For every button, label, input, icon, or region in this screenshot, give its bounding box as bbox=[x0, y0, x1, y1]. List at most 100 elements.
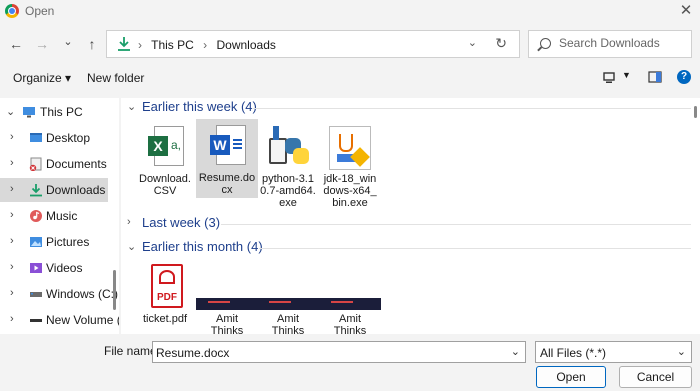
drive-icon bbox=[30, 292, 42, 297]
cancel-button[interactable]: Cancel bbox=[619, 366, 692, 388]
chevron-right-icon[interactable]: › bbox=[10, 183, 14, 195]
refresh-button[interactable]: ↻ bbox=[495, 35, 507, 52]
preview-pane-icon[interactable] bbox=[648, 71, 662, 83]
chevron-down-icon[interactable]: ⌄ bbox=[677, 345, 686, 358]
chevron-right-icon[interactable]: › bbox=[10, 157, 14, 169]
sidebar-item-windows-c[interactable]: › Windows (C:) bbox=[0, 282, 118, 306]
file-item-jdk-installer[interactable]: jdk-18_win dows-x64_ bin.exe bbox=[319, 120, 381, 210]
chevron-right-icon[interactable]: › bbox=[10, 287, 14, 299]
sidebar-item-label: Videos bbox=[46, 261, 83, 275]
search-icon bbox=[540, 38, 551, 49]
file-type-select[interactable]: All Files (*.*) ⌄ bbox=[535, 341, 692, 363]
group-divider bbox=[253, 108, 691, 109]
file-name: Amit Thinks bbox=[271, 313, 305, 334]
new-folder-button[interactable]: New folder bbox=[87, 71, 144, 85]
close-button[interactable]: ✕ bbox=[676, 1, 696, 21]
chevron-right-icon[interactable]: › bbox=[10, 313, 14, 325]
sidebar-item-label: This PC bbox=[40, 105, 83, 119]
view-dropdown-icon[interactable]: ▼ bbox=[622, 70, 631, 80]
java-installer-icon bbox=[325, 124, 375, 170]
search-box[interactable] bbox=[528, 30, 692, 58]
sidebar-item-downloads[interactable]: › Downloads bbox=[0, 178, 108, 202]
file-name: ticket.pdf bbox=[142, 313, 188, 325]
forward-button[interactable]: → bbox=[32, 34, 52, 54]
chevron-down-icon[interactable]: ⌄ bbox=[6, 105, 15, 118]
title-bar: Open ✕ bbox=[0, 0, 700, 22]
word-letter: W bbox=[210, 135, 230, 155]
sidebar-item-new-volume[interactable]: › New Volume ( bbox=[0, 308, 119, 332]
pdf-label: PDF bbox=[157, 292, 177, 303]
file-name: Amit Thinks bbox=[333, 313, 367, 334]
file-item-amit-thinks-2[interactable]: Amit Thinks bbox=[257, 260, 319, 334]
file-name: Resume.do cx bbox=[198, 172, 256, 196]
sidebar-item-music[interactable]: › Music bbox=[0, 204, 108, 228]
sidebar-item-label: Desktop bbox=[46, 131, 91, 145]
file-item-amit-thinks-3[interactable]: Amit Thinks bbox=[319, 260, 381, 334]
excel-letter: X bbox=[148, 136, 168, 156]
up-button[interactable]: ↑ bbox=[82, 34, 102, 54]
sidebar-item-label: Music bbox=[46, 209, 78, 223]
search-input[interactable] bbox=[559, 36, 684, 50]
sidebar-item-label: Windows (C:) bbox=[46, 287, 119, 301]
file-name: Amit Thinks bbox=[210, 313, 244, 334]
breadcrumb-downloads[interactable]: Downloads bbox=[217, 38, 276, 52]
file-name-field[interactable]: Resume.docx ⌄ bbox=[152, 341, 526, 363]
navigation-pane: ⌄ This PC › Desktop › Documents › Downlo… bbox=[0, 98, 119, 334]
address-dropdown-icon[interactable]: ⌄ bbox=[468, 36, 477, 49]
pdf-icon: PDF bbox=[140, 264, 190, 310]
address-bar[interactable]: › This PC › Downloads ⌄ ↻ bbox=[106, 30, 520, 58]
recent-locations-button[interactable]: ⌄ bbox=[58, 32, 78, 52]
sidebar-item-documents[interactable]: › Documents bbox=[0, 152, 108, 176]
word-icon: W bbox=[202, 123, 252, 169]
sidebar-item-desktop[interactable]: › Desktop bbox=[0, 126, 108, 150]
file-item-ticket-pdf[interactable]: PDF ticket.pdf bbox=[134, 260, 196, 330]
navigation-bar: ← → ⌄ ↑ › This PC › Downloads ⌄ ↻ bbox=[0, 24, 700, 64]
chevron-down-icon[interactable]: ⌄ bbox=[511, 345, 520, 358]
group-title: Earlier this week (4) bbox=[142, 99, 257, 114]
file-name: jdk-18_win dows-x64_ bin.exe bbox=[323, 173, 377, 209]
open-button[interactable]: Open bbox=[536, 366, 606, 388]
chevron-down-icon[interactable]: ⌄ bbox=[127, 100, 136, 113]
drive-icon bbox=[30, 319, 42, 322]
sidebar-item-label: Pictures bbox=[46, 235, 90, 249]
file-type-value: All Files (*.*) bbox=[540, 346, 607, 360]
sidebar-item-this-pc[interactable]: ⌄ This PC bbox=[0, 100, 108, 124]
downloads-icon bbox=[118, 37, 130, 51]
organize-button[interactable]: Organize ▾ bbox=[13, 71, 71, 85]
breadcrumb-this-pc[interactable]: This PC bbox=[151, 38, 194, 52]
image-thumbnail-icon bbox=[319, 264, 381, 310]
file-item-python-installer[interactable]: python-3.1 0.7-amd64. exe bbox=[257, 120, 319, 210]
excel-icon: X a, bbox=[140, 124, 190, 170]
chevron-down-icon[interactable]: ⌄ bbox=[127, 240, 136, 253]
pictures-folder-icon bbox=[30, 237, 42, 247]
file-item-resume-docx[interactable]: W Resume.do cx bbox=[196, 119, 258, 198]
help-icon[interactable]: ? bbox=[677, 70, 691, 84]
toolbar: Organize ▾ New folder ▼ ? bbox=[0, 66, 700, 90]
sidebar-scrollbar[interactable] bbox=[113, 270, 116, 310]
window-title: Open bbox=[25, 4, 55, 18]
breadcrumb-sep: › bbox=[138, 38, 142, 52]
group-title: Earlier this month (4) bbox=[142, 239, 263, 254]
chevron-right-icon[interactable]: › bbox=[127, 216, 131, 228]
file-list: ⌄ Earlier this week (4) X a, Download. C… bbox=[121, 98, 700, 334]
chevron-right-icon[interactable]: › bbox=[10, 261, 14, 273]
file-item-download-csv[interactable]: X a, Download. CSV bbox=[134, 120, 196, 198]
sidebar-item-videos[interactable]: › Videos bbox=[0, 256, 108, 280]
chevron-right-icon[interactable]: › bbox=[10, 209, 14, 221]
breadcrumb: › This PC › Downloads bbox=[138, 38, 276, 52]
downloads-folder-icon bbox=[30, 184, 42, 197]
sidebar-item-pictures[interactable]: › Pictures bbox=[0, 230, 108, 254]
file-name-value[interactable]: Resume.docx bbox=[156, 346, 229, 360]
python-installer-icon bbox=[263, 124, 313, 170]
view-options-icon[interactable] bbox=[603, 72, 615, 84]
file-list-scrollbar[interactable] bbox=[694, 106, 697, 118]
group-divider bbox=[221, 224, 691, 225]
chevron-right-icon[interactable]: › bbox=[10, 131, 14, 143]
group-divider bbox=[259, 248, 691, 249]
file-item-amit-thinks-1[interactable]: Amit Thinks bbox=[196, 260, 258, 334]
desktop-folder-icon bbox=[30, 133, 42, 142]
back-button[interactable]: ← bbox=[6, 34, 26, 54]
sidebar-item-label: Documents bbox=[46, 157, 107, 171]
chevron-right-icon[interactable]: › bbox=[10, 235, 14, 247]
breadcrumb-sep: › bbox=[203, 38, 208, 52]
